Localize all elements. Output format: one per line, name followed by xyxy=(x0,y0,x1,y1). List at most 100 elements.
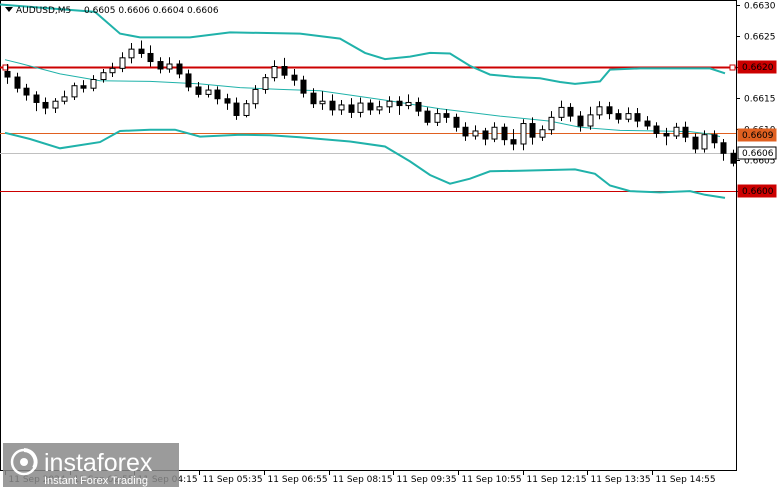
candle-body xyxy=(176,63,183,75)
candle-body xyxy=(252,88,259,105)
candle-body xyxy=(625,113,632,120)
candle-body xyxy=(596,106,603,116)
candle-body xyxy=(109,67,116,74)
time-tick-label: 11 Sep 14:55 xyxy=(656,475,716,485)
candle-body xyxy=(4,70,11,78)
candle-body xyxy=(482,130,489,140)
candle-body xyxy=(367,102,374,111)
candle-body xyxy=(577,115,584,127)
candle-body xyxy=(682,126,689,138)
price-tag-label: 0.6609 xyxy=(742,131,774,141)
candle-body xyxy=(396,100,403,107)
candle-body xyxy=(510,139,517,145)
candle-body xyxy=(615,113,622,120)
time-tick-label: 11 Sep 08:15 xyxy=(333,475,393,485)
candle-body xyxy=(243,103,250,116)
candle-body xyxy=(166,63,173,70)
candle-body xyxy=(443,113,450,118)
chart-background xyxy=(0,0,781,489)
candle-body xyxy=(644,120,651,127)
candle-body xyxy=(434,113,441,123)
candle-body xyxy=(673,126,680,137)
candle-body xyxy=(529,123,536,138)
candle-body xyxy=(653,125,660,134)
candle-body xyxy=(52,100,59,109)
candle-body xyxy=(138,48,145,54)
candle-body xyxy=(71,85,78,98)
price-tick-label: 0.6625 xyxy=(744,33,776,43)
candle-body xyxy=(61,96,68,102)
symbol-label: AUDUSD,M5 xyxy=(16,6,71,16)
candle-body xyxy=(548,116,555,131)
candle-body xyxy=(453,116,460,128)
candle-body xyxy=(606,106,613,115)
candle-body xyxy=(271,66,278,79)
candle-body xyxy=(300,79,307,94)
candle-body xyxy=(291,74,298,81)
price-tick-label: 0.6630 xyxy=(744,2,776,12)
candle-body xyxy=(415,101,422,112)
level-marker-right xyxy=(729,64,736,71)
candle-body xyxy=(281,66,288,76)
candle-body xyxy=(14,76,21,89)
candle-body xyxy=(539,129,546,138)
candle-body xyxy=(224,98,231,104)
time-tick-label: 11 Sep 13:35 xyxy=(591,475,651,485)
price-tick-label: 0.6615 xyxy=(744,95,776,105)
candle-body xyxy=(119,57,126,69)
candle-body xyxy=(147,52,154,63)
price-tag-label: 0.6620 xyxy=(742,63,774,73)
watermark-tagline: Instant Forex Trading xyxy=(44,475,148,487)
candle-body xyxy=(558,106,565,118)
price-tag-label: 0.6606 xyxy=(742,149,774,159)
candle-body xyxy=(692,136,699,150)
candle-body xyxy=(501,126,508,141)
candle-body xyxy=(195,86,202,95)
candle-body xyxy=(357,102,364,113)
ohlc-readout: 0.6605 0.6606 0.6604 0.6606 xyxy=(84,6,219,16)
price-tag-label: 0.6600 xyxy=(742,187,774,197)
time-tick-label: 11 Sep 12:15 xyxy=(527,475,587,485)
candle-body xyxy=(23,87,30,96)
candle-body xyxy=(80,85,87,89)
candle-body xyxy=(42,101,49,109)
candle-body xyxy=(100,72,107,81)
candle-body xyxy=(462,126,469,137)
candle-body xyxy=(329,100,336,111)
watermark-brand: instaforex xyxy=(44,449,153,477)
candle-body xyxy=(319,100,326,105)
candle-body xyxy=(520,123,527,145)
candle-body xyxy=(405,101,412,107)
candle-body xyxy=(567,106,574,117)
time-tick-label: 11 Sep 05:35 xyxy=(203,475,263,485)
candle-body xyxy=(205,89,212,95)
candle-body xyxy=(185,73,192,88)
chart-header: AUDUSD,M5 0.6605 0.6606 0.6604 0.6606 xyxy=(5,6,219,16)
candle-body xyxy=(711,134,718,144)
time-tick-label: 11 Sep 09:35 xyxy=(397,475,457,485)
candle-body xyxy=(157,61,164,70)
candle-body xyxy=(663,132,670,137)
candle-body xyxy=(491,126,498,140)
instaforex-watermark: instaforex Instant Forex Trading xyxy=(3,443,179,487)
candle-body xyxy=(472,130,479,137)
candle-body xyxy=(587,114,594,127)
time-tick-label: 11 Sep 10:55 xyxy=(462,475,522,485)
candle-body xyxy=(701,134,708,150)
candle-body xyxy=(262,77,269,90)
candle-body xyxy=(376,106,383,111)
candle-body xyxy=(128,48,135,59)
candle-body xyxy=(33,94,40,103)
candle-body xyxy=(214,89,221,100)
candle-body xyxy=(233,102,240,116)
candle-body xyxy=(348,104,355,113)
candle-body xyxy=(634,113,641,122)
candle-body xyxy=(386,100,393,108)
time-tick-label: 11 Sep 06:55 xyxy=(268,475,328,485)
candle-body xyxy=(338,104,345,111)
price-chart: 0.66300.66250.66200.66150.66100.66050.66… xyxy=(0,0,781,489)
candle-body xyxy=(310,92,317,105)
candle-body xyxy=(424,110,431,123)
candle-body xyxy=(90,79,97,89)
candle-body xyxy=(720,142,727,154)
